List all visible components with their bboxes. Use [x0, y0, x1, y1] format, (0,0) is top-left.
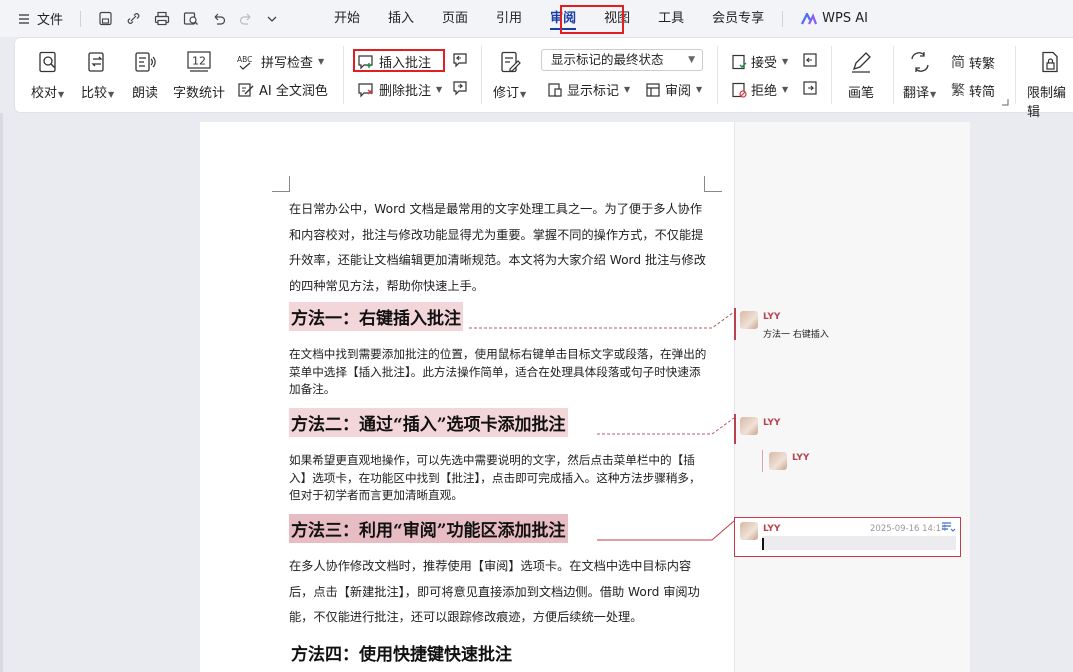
comment-menu-icon[interactable] [940, 521, 956, 533]
comment-author: LYY [763, 524, 781, 534]
reply-thread-line [762, 450, 763, 472]
avatar [769, 452, 787, 470]
comment-marker-bar [734, 308, 736, 340]
reply-author: LYY [792, 453, 810, 463]
comment-input-field[interactable] [762, 536, 956, 550]
comment-text[interactable]: 方法一 右键插入 [763, 327, 829, 340]
text-cursor [762, 538, 764, 550]
comment-timestamp: 2025-09-16 14:14 [870, 524, 947, 534]
comment-author: LYY [763, 418, 781, 428]
comment-author: LYY [763, 312, 781, 322]
comment-connectors [469, 311, 735, 541]
avatar [740, 417, 758, 435]
avatar [740, 522, 758, 540]
avatar [740, 311, 758, 329]
comment-marker-bar [734, 414, 736, 444]
